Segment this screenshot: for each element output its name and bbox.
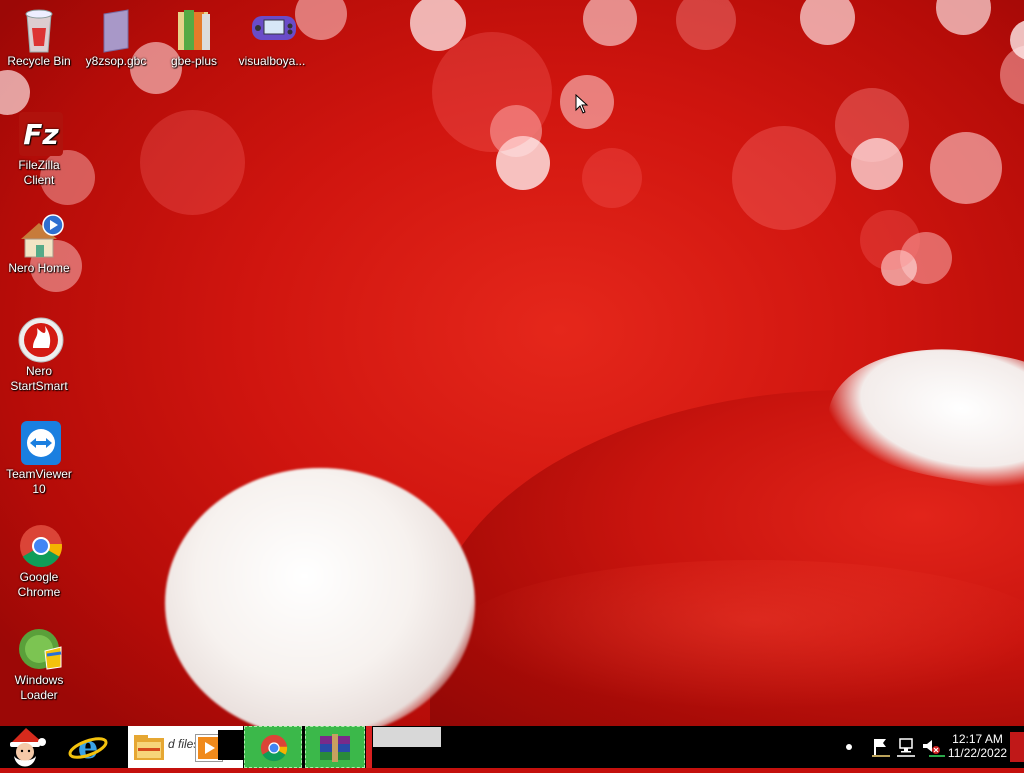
chrome-icon — [17, 522, 62, 568]
desktop-icon-label: gbe-plus — [170, 54, 218, 68]
taskbar-file-explorer-window[interactable]: d files — [128, 726, 243, 768]
desktop-icon-label: FileZilla Client — [18, 158, 60, 187]
file-explorer-partial-title: d files — [168, 737, 200, 751]
desktop-icon-label: Windows Loader — [14, 673, 64, 702]
teamviewer-icon — [17, 419, 61, 465]
desktop-icon-windows-loader[interactable]: Windows Loader — [1, 625, 77, 703]
bokeh-light — [140, 110, 245, 215]
desktop-icon-teamviewer[interactable]: TeamViewer 10 — [1, 419, 77, 497]
bokeh-light — [936, 0, 991, 35]
mouse-cursor-icon — [575, 94, 589, 114]
desktop-icon-label: Google Chrome — [17, 570, 61, 599]
taskbar: e d files 12:17 AM 11/22/2022 — [0, 726, 1024, 768]
show-desktop-button[interactable] — [1010, 732, 1024, 762]
bokeh-light — [860, 210, 920, 270]
folder-icon — [172, 6, 216, 50]
taskbar-chrome[interactable] — [244, 726, 302, 768]
network-icon[interactable] — [897, 737, 915, 757]
santa-start-icon — [10, 728, 46, 767]
bokeh-light — [851, 138, 903, 190]
desktop-icon-label: visualboya... — [238, 54, 306, 68]
winrar-icon — [320, 734, 350, 762]
action-center-flag-icon[interactable] — [872, 737, 890, 757]
taskbar-internet-explorer[interactable]: e — [66, 726, 110, 768]
svg-text:e: e — [78, 728, 98, 766]
gameboy-advance-icon — [250, 6, 296, 50]
gbc-file-icon — [94, 6, 138, 53]
bokeh-light — [432, 32, 552, 152]
windows-loader-icon — [17, 625, 62, 670]
desktop-wallpaper — [0, 0, 1024, 726]
santa-hat-fold — [455, 560, 1024, 710]
nero-startsmart-icon — [17, 316, 64, 363]
desktop-icon-google-chrome[interactable]: Google Chrome — [1, 522, 77, 600]
clock-date: 11/22/2022 — [947, 746, 1008, 760]
tray-dot-icon[interactable] — [846, 744, 852, 750]
bokeh-light — [930, 132, 1002, 204]
start-button[interactable] — [2, 726, 48, 768]
file-explorer-icon — [134, 735, 164, 760]
taskbar-winrar[interactable] — [305, 726, 365, 768]
bokeh-light — [800, 0, 855, 45]
santa-hat-pompom — [165, 468, 475, 726]
taskbar-clock[interactable]: 12:17 AM 11/22/2022 — [940, 732, 1015, 760]
desktop-icon-label: TeamViewer 10 — [6, 467, 72, 496]
desktop-icon-nero-startsmart[interactable]: Nero StartSmart — [1, 316, 77, 394]
desktop-icon-nero-home[interactable]: Nero Home — [1, 213, 77, 276]
desktop-icon-filezilla[interactable]: Fz FileZilla Client — [1, 110, 77, 188]
file-explorer-thumb-gap — [218, 730, 243, 760]
bokeh-light — [582, 148, 642, 208]
bokeh-light — [583, 0, 637, 46]
clock-time: 12:17 AM — [952, 732, 1003, 746]
taskbar-blank-button[interactable] — [373, 727, 441, 747]
nero-home-icon — [17, 213, 64, 258]
bokeh-light — [732, 126, 836, 230]
bokeh-light — [0, 70, 30, 115]
desktop-icon-label: Nero StartSmart — [10, 364, 68, 393]
chrome-icon — [260, 734, 288, 762]
svg-text:Fz: Fz — [23, 118, 59, 151]
bokeh-light — [676, 0, 736, 50]
taskbar-running-indicator — [366, 726, 372, 768]
desktop-icon-label: Recycle Bin — [7, 54, 71, 68]
desktop-icon-gbe-plus[interactable]: gbe-plus — [156, 6, 232, 69]
recycle-bin-icon — [17, 6, 61, 53]
internet-explorer-icon: e — [68, 728, 108, 766]
desktop-icon-recycle-bin[interactable]: Recycle Bin — [1, 6, 77, 69]
desktop-icon-visualboy[interactable]: visualboya... — [234, 6, 310, 69]
filezilla-icon: Fz — [17, 110, 63, 156]
desktop-icon-y8zsop-gbc[interactable]: y8zsop.gbc — [78, 6, 154, 69]
desktop-icon-label: Nero Home — [8, 261, 70, 275]
desktop-icon-label: y8zsop.gbc — [85, 54, 147, 68]
